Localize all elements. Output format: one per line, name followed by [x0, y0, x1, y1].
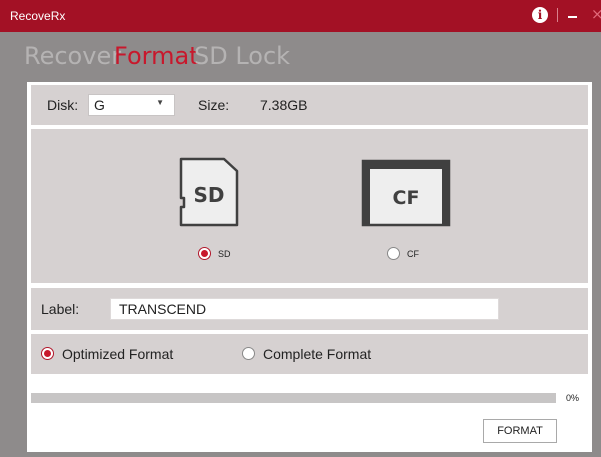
disk-label: Disk: [47, 97, 79, 113]
disk-row: Disk: G ▼ Size: 7.38GB [31, 85, 588, 125]
optimized-format-label: Optimized Format [62, 346, 174, 362]
minimize-icon[interactable] [568, 16, 577, 18]
card-type-panel: SD CF SD CF [31, 129, 588, 283]
volume-label-caption: Label: [41, 301, 80, 317]
cf-card-text: CF [393, 187, 420, 209]
progress-percent: 0% [566, 393, 580, 403]
complete-format-label: Complete Format [263, 346, 372, 362]
optimized-format-radio[interactable] [41, 347, 54, 360]
complete-format-radio[interactable] [242, 347, 255, 360]
app-window: RecoveRx i × Recover Format SD Lock Disk… [0, 0, 601, 457]
sd-radio-label: SD [218, 249, 231, 259]
format-mode-row: Optimized Format Complete Format [31, 334, 588, 374]
title-bar: RecoveRx i × [0, 0, 601, 32]
sd-radio[interactable] [198, 247, 211, 260]
sd-card-text: SD [193, 183, 224, 207]
info-icon[interactable]: i [532, 7, 548, 23]
disk-selected-value: G [94, 97, 105, 113]
window-title: RecoveRx [10, 9, 66, 23]
size-label: Size: [198, 97, 230, 113]
cf-radio-label: CF [407, 249, 419, 259]
chevron-down-icon: ▼ [156, 98, 164, 107]
progress-bar [31, 393, 556, 403]
close-icon[interactable]: × [591, 5, 601, 23]
size-value: 7.38GB [260, 97, 308, 113]
cf-radio[interactable] [387, 247, 400, 260]
title-bar-divider [557, 8, 558, 22]
tab-recover[interactable]: Recover [24, 42, 121, 70]
volume-label-input[interactable]: TRANSCEND [110, 298, 499, 320]
label-row: Label: TRANSCEND [31, 288, 588, 330]
sd-card-icon[interactable]: SD [178, 156, 240, 228]
format-button[interactable]: FORMAT [483, 419, 557, 443]
tab-format[interactable]: Format [114, 42, 199, 70]
format-content: Disk: G ▼ Size: 7.38GB SD CF SD CF Label… [27, 82, 592, 452]
disk-select[interactable]: G ▼ [88, 94, 175, 116]
tab-sd-lock[interactable]: SD Lock [194, 42, 290, 70]
cf-card-icon[interactable]: CF [360, 158, 452, 228]
